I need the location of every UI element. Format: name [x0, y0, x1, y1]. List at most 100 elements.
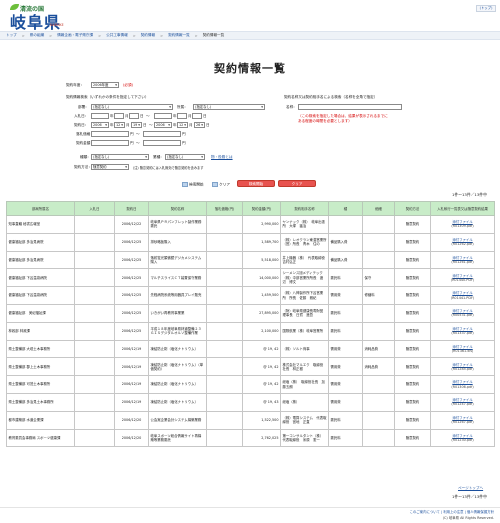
- breadcrumb-item[interactable]: 県の組織: [30, 33, 44, 38]
- table-cell: ヤンナック（株） 岐阜出張所 大塚 猛治: [280, 215, 329, 234]
- bid-to-day-input[interactable]: [192, 113, 202, 119]
- table-cell: @ 19, 42: [242, 357, 281, 377]
- bid-from-year-input[interactable]: [91, 113, 109, 119]
- page-top-link[interactable]: ページトップへ: [458, 486, 483, 491]
- breadcrumb-item[interactable]: 契約情報: [141, 33, 155, 38]
- table-row: 健康福祉部 多治見病院 2006/12/25 排砂略板購入 1,589,700 （株）レ…: [6, 232, 495, 252]
- attachment-cell: 添付ファイル (R01306.pdf): [430, 375, 495, 394]
- column-header: 細細: [362, 201, 395, 216]
- site-logo[interactable]: 清流の国 岐阜県 NAMAKE: [8, 3, 70, 32]
- dept-select[interactable]: (指定なし): [91, 104, 173, 110]
- result-count: 1件～13件／13件中: [452, 192, 487, 197]
- table-cell: [74, 339, 115, 359]
- table-cell: [74, 268, 115, 288]
- table-cell: @ 19, 43: [242, 392, 281, 412]
- table-cell: 県土整備部 郡上土木事務所: [6, 357, 75, 377]
- table-cell: 2006/12/20: [114, 428, 149, 448]
- table-cell: [362, 375, 395, 394]
- table-cell: 委託料: [328, 410, 363, 430]
- table-cell: [74, 410, 115, 430]
- range-separator: 〜: [146, 114, 150, 118]
- bid-to-month-input[interactable]: [177, 113, 187, 119]
- contract-to-month-select[interactable]: 12: [177, 122, 188, 128]
- type-select[interactable]: (指定なし): [91, 154, 149, 160]
- bid-to-year-input[interactable]: [154, 113, 172, 119]
- contract-from-month-select[interactable]: 12: [114, 122, 125, 128]
- table-cell: [74, 428, 115, 448]
- table-cell: [74, 392, 115, 412]
- breadcrumb-item[interactable]: 公共工事情報: [106, 33, 128, 38]
- table-row: 県土整備部 大垣土木事務所 2006/12/19 凍結防止剤（塩化ナトリウム） @ 1…: [6, 339, 495, 359]
- column-header: 契約相手名称: [280, 201, 329, 216]
- industry-select[interactable]: (指定なし): [165, 154, 205, 160]
- table-row: 健康福祉部 下呂温泉病院 2006/12/25 先程病院系統等用器具プレイ販売 1,4…: [6, 286, 495, 305]
- winning-price-to-input[interactable]: [143, 131, 181, 137]
- name-input[interactable]: [298, 104, 402, 110]
- search-start-icon-label[interactable]: 検索開始: [182, 182, 204, 188]
- logo-tag: NAMAKE: [50, 23, 64, 27]
- table-cell: 株式会社マルエク 取締役社長 林正樹: [280, 357, 329, 377]
- attachment-filename: (R01261.pdf): [451, 259, 474, 264]
- contract-amount-to-input[interactable]: [143, 140, 181, 146]
- search-button[interactable]: 検索開始: [237, 180, 275, 187]
- range-separator: 〜: [136, 141, 140, 145]
- contract-to-year-select[interactable]: 2006: [154, 122, 172, 128]
- industry-help-link[interactable]: 物・役務とは: [211, 155, 233, 160]
- attachment-filename: (R01361.xls): [451, 348, 474, 353]
- breadcrumb: トップ > 県の組織 > 情報企画・電子県庁課 > 公共工事情報 > 契約情報 > 契約情…: [0, 31, 500, 40]
- table-cell: 2006/12/19: [114, 375, 149, 394]
- table-row: 知事直轄 秘書広報室 2006/12/22 岐阜県ＰＲパンフレット製作業務委託 2,9…: [6, 215, 495, 234]
- table-cell: [362, 232, 395, 252]
- attachment-filename: (R01285.pdf): [451, 366, 474, 371]
- table-cell: 排砂略板購入: [148, 232, 207, 252]
- clear-button[interactable]: クリア: [278, 180, 316, 187]
- breadcrumb-item[interactable]: トップ: [6, 33, 17, 38]
- table-cell: 公会実企業会計システム構築業務: [148, 410, 207, 430]
- attachment-filename: (R01247.pdf): [451, 402, 474, 407]
- breadcrumb-current: 契約情報一覧: [202, 33, 225, 37]
- table-cell: 随意契約: [394, 232, 431, 252]
- footer-links[interactable]: このご案内について | 利用上の注意 | 個人情報保護方針: [410, 509, 494, 514]
- table-cell: 2006/12/22: [114, 215, 149, 234]
- attachment-filename: (R01306.pdf): [451, 384, 474, 389]
- contract-amount-from-input[interactable]: [91, 140, 129, 146]
- breadcrumb-item[interactable]: 情報企画・電子県庁課: [57, 33, 93, 38]
- table-cell: [362, 428, 395, 448]
- table-cell: 凍結防止剤（塩化ナトリウム）（単価契約）: [148, 357, 207, 377]
- table-header-row: 部局所属名 入札日 契約日 契約名称 落札価格(円) 契約金額(円) 契約相手名…: [6, 201, 495, 216]
- table-cell: 需用費: [328, 286, 363, 305]
- fiscal-year-select[interactable]: 2006年度: [91, 82, 119, 88]
- top-link-button[interactable]: (トップ): [476, 5, 496, 12]
- contract-from-year-select[interactable]: 2006: [91, 122, 109, 128]
- table-cell: 凍結防止剤（塩化ナトリウム）: [148, 375, 207, 394]
- range-separator: 〜: [149, 123, 153, 127]
- table-cell: 知事直轄 秘書広報室: [6, 215, 75, 234]
- table-cell: 2006/12/25: [114, 232, 149, 252]
- table-cell: 委託料: [328, 428, 363, 448]
- type-label: 種類：: [80, 155, 91, 159]
- contract-from-day-select[interactable]: 19: [131, 122, 142, 128]
- contract-to-day-select[interactable]: 26: [194, 122, 205, 128]
- fiscal-year-label: 契約年度：: [66, 83, 84, 87]
- table-cell: [362, 250, 395, 270]
- bid-from-month-input[interactable]: [114, 113, 124, 119]
- column-header: 契約金額(円): [242, 201, 281, 216]
- table-row: 教育委員会事務局 スポーツ健康課 2006/12/20 岐阜スポーツ総合情報サイト再…: [6, 428, 495, 448]
- attachment-cell: 添付ファイル (R01285.pdf): [430, 357, 495, 377]
- column-header: 入札日: [74, 201, 115, 216]
- yen-unit: 円: [130, 132, 134, 136]
- method-select[interactable]: 随意契約: [91, 164, 129, 170]
- attachment-filename: (R01262.pdf): [451, 242, 474, 247]
- table-cell: 5,518,000: [242, 250, 281, 270]
- copyright: (C) 岐阜県 All Rights Reserved.: [442, 516, 494, 520]
- winning-price-from-input[interactable]: [91, 131, 129, 137]
- bid-from-day-input[interactable]: [129, 113, 139, 119]
- office-select[interactable]: (指定なし): [193, 104, 265, 110]
- breadcrumb-item[interactable]: 契約情報一覧: [168, 33, 190, 38]
- table-cell: 健康福祉部 下呂温泉病院: [6, 286, 75, 305]
- table-cell: 1,459,500: [242, 286, 281, 305]
- clear-icon-label[interactable]: クリア: [212, 182, 230, 188]
- table-cell: 2006/12/25: [114, 321, 149, 341]
- table-cell: [206, 410, 243, 430]
- attachment-filename: (R01230.pdf): [451, 437, 474, 442]
